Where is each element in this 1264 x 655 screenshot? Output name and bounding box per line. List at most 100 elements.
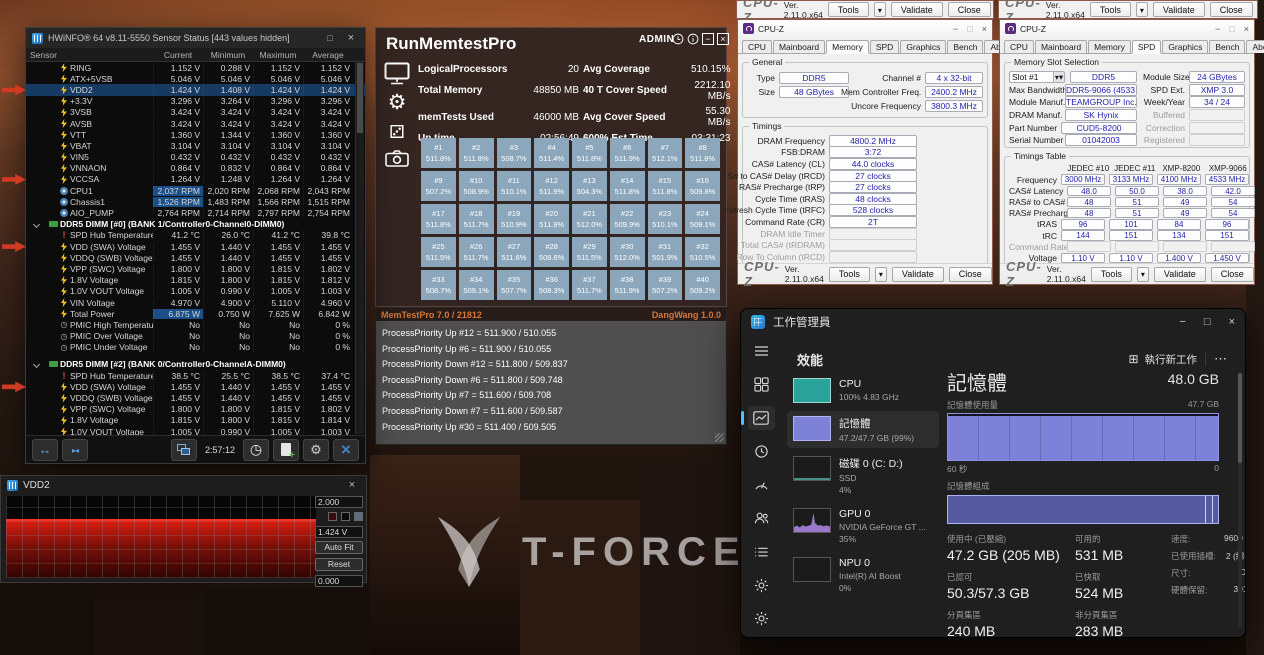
memtest-instance-tile[interactable]: #21 512.0%	[572, 204, 607, 234]
cpuz-tab[interactable]: Memory	[1088, 40, 1131, 53]
close-button[interactable]: Close	[1209, 2, 1253, 17]
memtest-instance-tile[interactable]: #3 508.7%	[496, 138, 532, 168]
performance-tile[interactable]: CPU 100% 4.83 GHz	[787, 373, 939, 408]
slot-select[interactable]: Slot #1 ▾	[1009, 71, 1065, 84]
memtest-instance-tile[interactable]: #7 512.1%	[647, 138, 683, 168]
sensor-row[interactable]: AIO_PUMP 2,764 RPM 2,714 RPM 2,797 RPM 2…	[26, 207, 365, 219]
collapse-columns-button[interactable]	[62, 438, 88, 461]
memtest-instance-tile[interactable]: #38 511.9%	[609, 270, 645, 300]
memtest-instance-tile[interactable]: #40 509.2%	[685, 270, 720, 300]
cpuz-tab[interactable]: Mainboard	[1034, 40, 1088, 53]
sensor-row[interactable]: VCCSA 1.264 V 1.248 V 1.264 V 1.264 V	[26, 174, 365, 185]
validate-button[interactable]: Validate	[890, 2, 943, 17]
memtest-log-header[interactable]: MemTestPro 7.0 / 21812 DangWang 1.0.0	[376, 308, 726, 321]
performance-tile[interactable]: 磁碟 0 (C: D:) SSD 4%	[787, 451, 939, 500]
memtest-instance-tile[interactable]: #8 511.8%	[685, 138, 720, 168]
sidebar-item-performance[interactable]	[741, 405, 775, 431]
close-button[interactable]: Close	[947, 2, 991, 17]
cpuz-tab[interactable]: SPD	[1131, 40, 1162, 53]
camera-icon[interactable]	[385, 150, 409, 167]
memtest-instance-tile[interactable]: #30 512.0%	[609, 237, 645, 267]
tools-dropdown-button[interactable]	[1136, 266, 1149, 282]
remote-sensors-button[interactable]	[170, 438, 197, 461]
hwinfo-scrollbar[interactable]	[355, 62, 364, 434]
column-current[interactable]: Current	[153, 50, 203, 60]
memtest-instance-tile[interactable]: #27 511.6%	[496, 237, 532, 267]
sensor-row[interactable]: 3VSB 3.424 V 3.424 V 3.424 V 3.424 V	[26, 107, 365, 118]
sidebar-item-details[interactable]	[748, 540, 775, 564]
sensor-row[interactable]: PMIC High Temperature No No No 0 %	[26, 319, 365, 330]
sensor-row[interactable]: VNNAON 0.864 V 0.832 V 0.864 V 0.864 V	[26, 163, 365, 174]
expand-columns-button[interactable]	[32, 438, 58, 461]
memtest-instance-tile[interactable]: #16 509.8%	[685, 171, 720, 201]
memory-composition-bar[interactable]	[947, 495, 1219, 524]
sensor-row[interactable]: VPP (SWC) Voltage 1.800 V 1.800 V 1.815 …	[26, 404, 365, 415]
memtest-instance-tile[interactable]: #29 511.5%	[572, 237, 607, 267]
memtest-instance-tile[interactable]: #11 510.1%	[496, 171, 532, 201]
menu-button[interactable]	[748, 339, 775, 363]
tools-button[interactable]: Tools	[1089, 2, 1131, 17]
dice-icon[interactable]: ⚂	[389, 121, 405, 143]
memtest-instance-tile[interactable]: #4 511.4%	[534, 138, 569, 168]
gear-icon[interactable]: ⚙	[388, 92, 407, 114]
tools-button[interactable]: Tools	[828, 266, 870, 282]
vdd2-titlebar[interactable]: VDD2	[1, 476, 366, 494]
settings-button[interactable]	[303, 438, 329, 461]
cpuz-tab[interactable]: Graphics	[900, 40, 947, 53]
close-button[interactable]: Close	[1210, 266, 1254, 282]
validate-button[interactable]: Validate	[891, 266, 944, 282]
sensor-row[interactable]: SPD Hub Temperature 38.5 °C 25.5 °C 38.5…	[26, 370, 365, 381]
sensor-row[interactable]: +3.3V 3.296 V 3.264 V 3.296 V 3.296 V	[26, 96, 365, 107]
color-checkbox[interactable]	[328, 512, 337, 521]
timer-button[interactable]	[672, 33, 684, 45]
settings-button[interactable]	[748, 607, 775, 631]
sensor-row[interactable]: DDR5 DIMM [#2] (BANK 0/Controller0-Chann…	[26, 359, 365, 370]
memtest-instance-tile[interactable]: #1 511.8%	[421, 138, 456, 168]
monitor-icon[interactable]	[384, 62, 410, 85]
sensor-row[interactable]: VBAT 3.104 V 3.104 V 3.104 V 3.104 V	[26, 140, 365, 151]
color-checkbox[interactable]	[341, 512, 350, 521]
sensor-row[interactable]: 1.8V Voltage 1.815 V 1.800 V 1.815 V 1.8…	[26, 275, 365, 286]
validate-button[interactable]: Validate	[1152, 2, 1205, 17]
more-button[interactable]	[1214, 350, 1227, 368]
sensor-row[interactable]: RING 1.152 V 0.288 V 1.152 V 1.152 V	[26, 62, 365, 73]
sensor-row[interactable]: DDR5 DIMM [#0] (BANK 1/Controller0-Chann…	[26, 219, 365, 230]
sensor-row[interactable]: VIN Voltage 4.970 V 4.900 V 5.110 V 4.96…	[26, 297, 365, 308]
validate-button[interactable]: Validate	[1153, 266, 1206, 282]
sensor-row[interactable]: VPP (SWC) Voltage 1.800 V 1.800 V 1.815 …	[26, 263, 365, 274]
resize-grip[interactable]	[715, 433, 724, 442]
tools-dropdown-button[interactable]	[1135, 2, 1148, 17]
sidebar-item-startup-apps[interactable]	[748, 473, 775, 497]
sensor-row[interactable]: VDD (SWA) Voltage 1.455 V 1.440 V 1.455 …	[26, 381, 365, 392]
memtest-instance-tile[interactable]: #22 509.9%	[609, 204, 645, 234]
column-minimum[interactable]: Minimum	[203, 50, 253, 60]
column-maximum[interactable]: Maximum	[253, 50, 303, 60]
sensor-row[interactable]: VDD2 1.424 V 1.408 V 1.424 V 1.424 V	[26, 84, 365, 96]
minimize-button[interactable]: −	[1215, 24, 1220, 34]
memtest-instance-tile[interactable]: #39 507.2%	[647, 270, 683, 300]
scale-max-value[interactable]: 2.000	[315, 496, 363, 508]
close-button[interactable]: Close	[948, 266, 992, 282]
memtest-instance-tile[interactable]: #6 511.9%	[609, 138, 645, 168]
close-button[interactable]	[343, 32, 359, 44]
maximize-button[interactable]: □	[1204, 316, 1211, 328]
sensor-row[interactable]: AVSB 3.424 V 3.424 V 3.424 V 3.424 V	[26, 118, 365, 129]
sidebar-item-app-history[interactable]	[748, 439, 775, 463]
sensor-row[interactable]: SPD Hub Temperature 41.2 °C 26.0 °C 41.2…	[26, 230, 365, 241]
close-button[interactable]: ×	[1244, 24, 1249, 34]
minimize-button[interactable]: −	[953, 24, 958, 34]
memtest-instance-tile[interactable]: #20 511.9%	[534, 204, 569, 234]
performance-tile[interactable]: NPU 0 Intel(R) AI Boost 0%	[787, 552, 939, 598]
memtest-instance-tile[interactable]: #23 510.1%	[647, 204, 683, 234]
cpuz-tab[interactable]: CPU	[1004, 40, 1034, 53]
column-average[interactable]: Average	[303, 50, 353, 60]
auto-fit-button[interactable]: Auto Fit	[315, 541, 363, 554]
scale-min-value[interactable]: 0.000	[315, 575, 363, 587]
tools-button[interactable]: Tools	[1090, 266, 1132, 282]
memtest-instance-tile[interactable]: #37 511.7%	[572, 270, 607, 300]
close-button[interactable]: ×	[982, 24, 987, 34]
sidebar-item-services[interactable]	[748, 573, 775, 597]
memtest-instance-tile[interactable]: #2 511.8%	[458, 138, 494, 168]
memtest-instance-tile[interactable]: #24 509.1%	[685, 204, 720, 234]
sensor-row[interactable]: CPU1 2,037 RPM 2,020 RPM 2,068 RPM 2,043…	[26, 185, 365, 196]
